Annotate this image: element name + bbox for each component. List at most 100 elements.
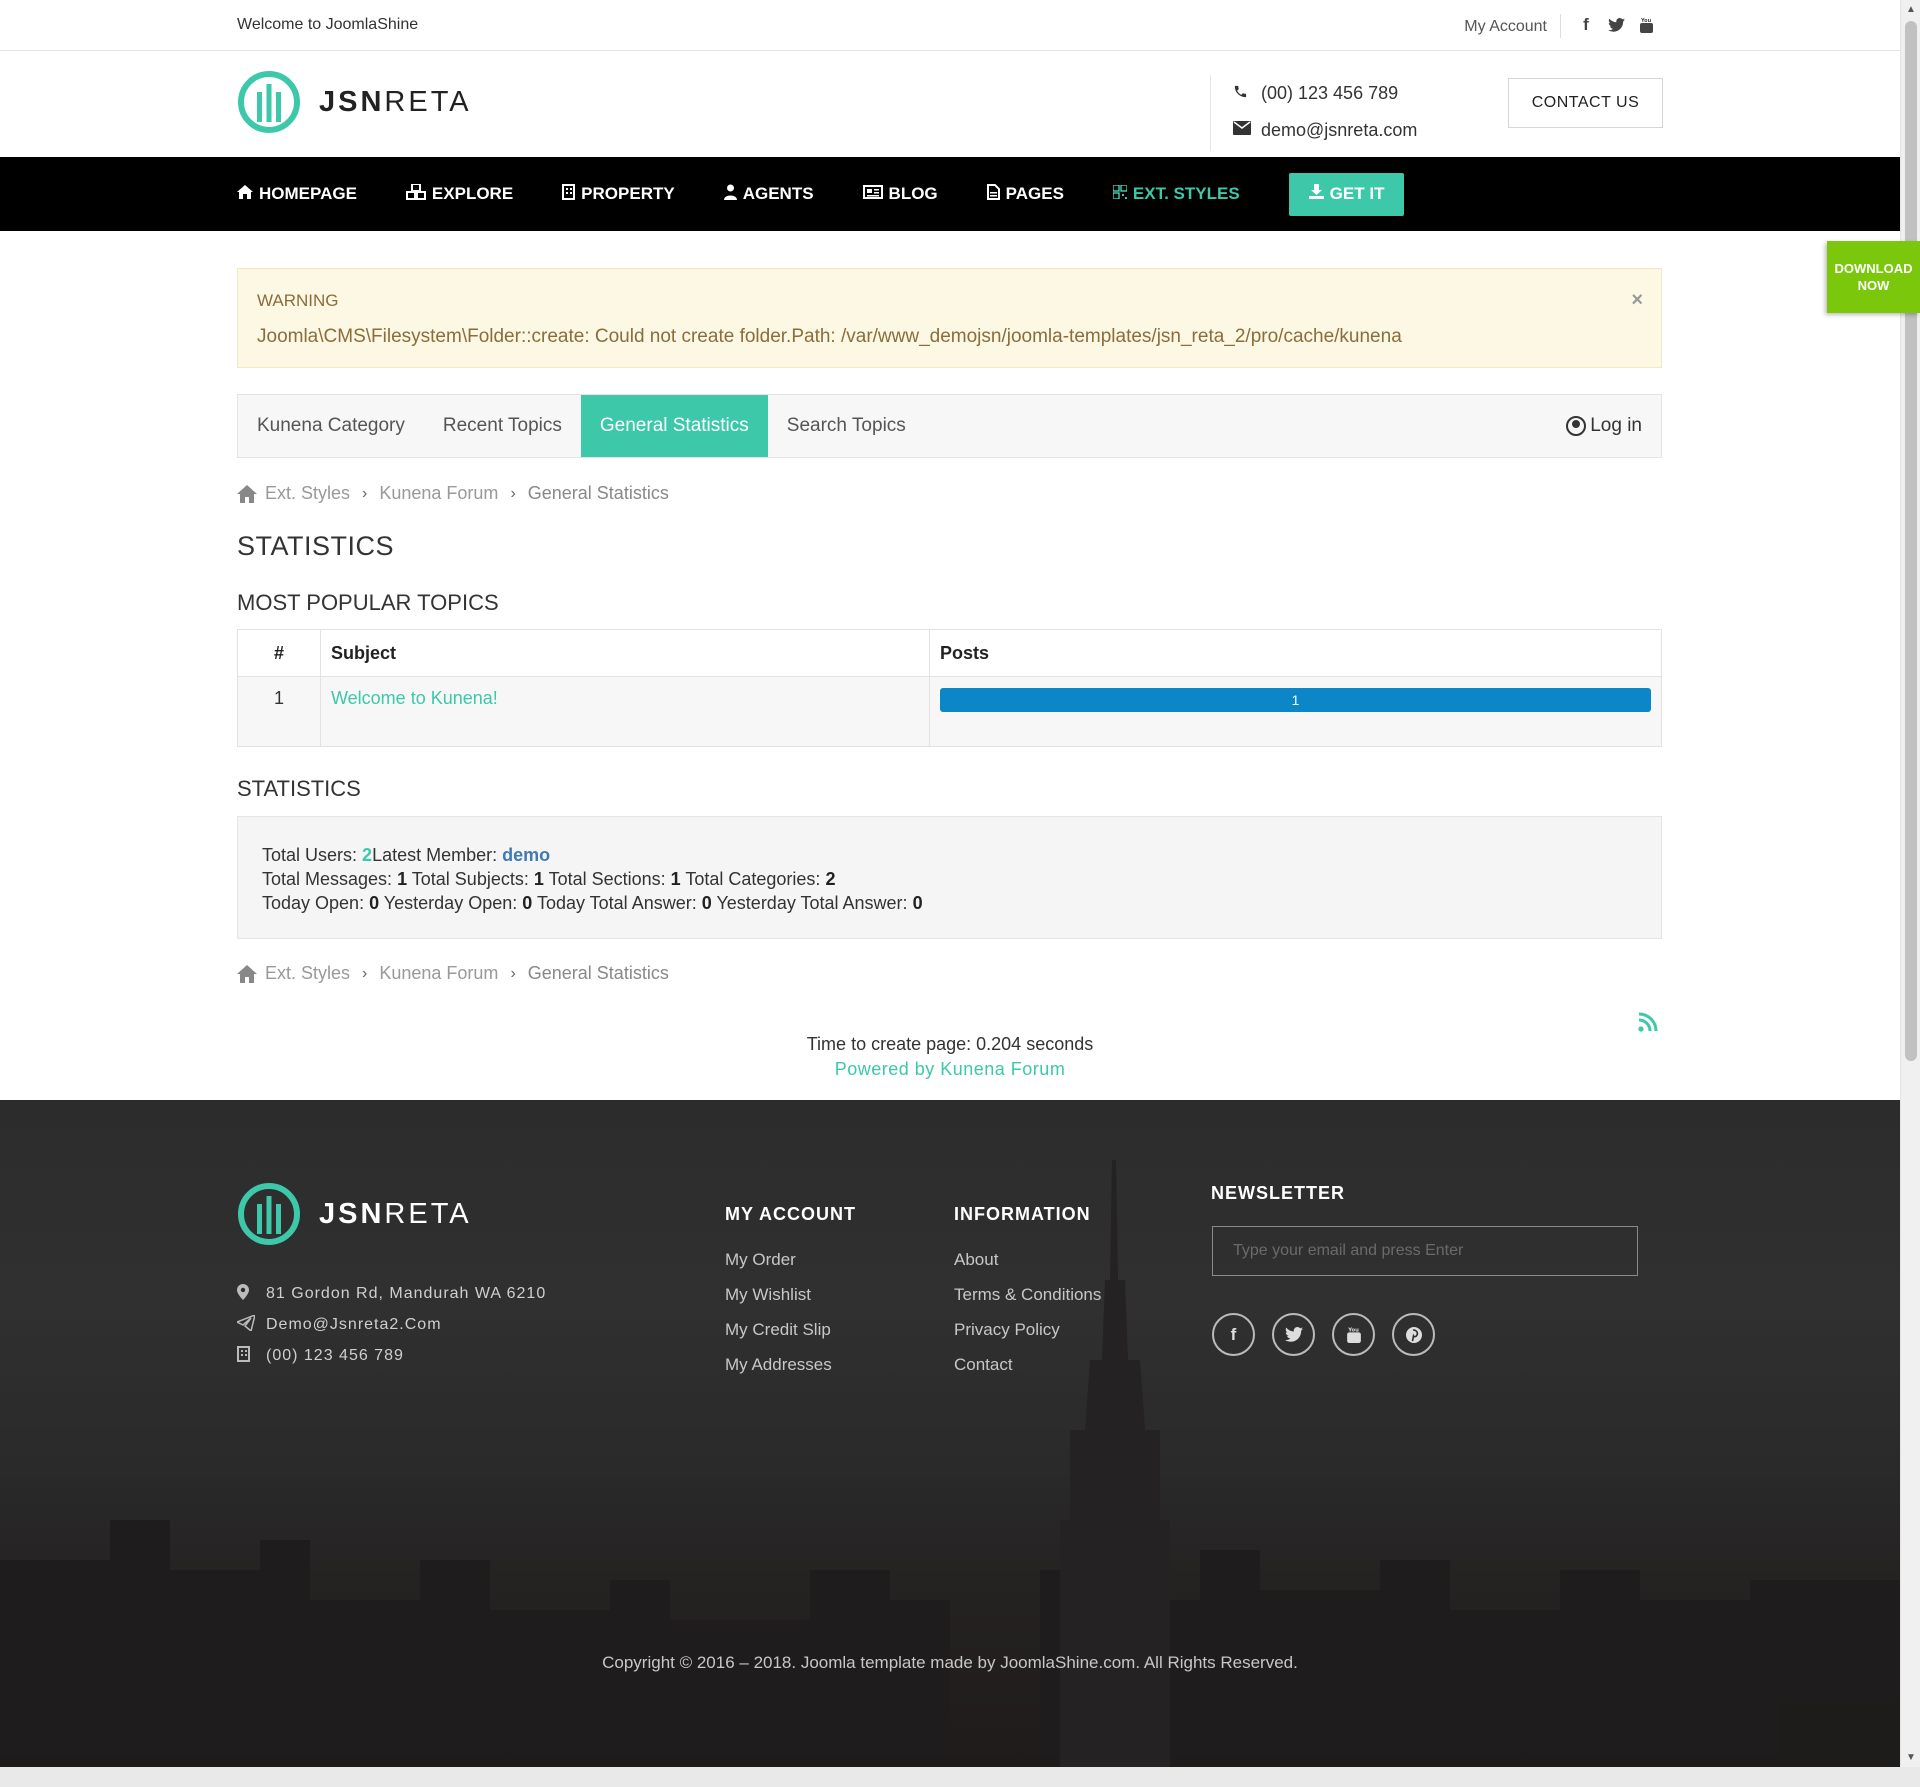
tab-kunena-category[interactable]: Kunena Category [238, 395, 424, 457]
envelope-icon [1233, 121, 1261, 140]
nav-item-homepage[interactable]: HOMEPAGE [237, 184, 357, 204]
footer-link-my-wishlist[interactable]: My Wishlist [725, 1285, 856, 1320]
nav-item-explore[interactable]: EXPLORE [405, 183, 513, 204]
home-icon[interactable] [237, 964, 257, 983]
close-icon[interactable]: × [1631, 289, 1643, 312]
logo-mark-icon [238, 71, 300, 133]
statistics-box: Total Users: 2Latest Member: demo Total … [237, 816, 1662, 939]
contact-us-button[interactable]: CONTACT US [1508, 78, 1663, 128]
warning-message: Joomla\CMS\Filesystem\Folder::create: Co… [257, 326, 1402, 347]
page-title: STATISTICS [237, 531, 395, 561]
breadcrumb-item-ext-styles[interactable]: Ext. Styles [265, 483, 350, 504]
topic-link[interactable]: Welcome to Kunena! [331, 688, 498, 708]
nav-item-property[interactable]: PROPERTY [562, 184, 675, 204]
tab-search-topics[interactable]: Search Topics [768, 395, 925, 457]
footer-link-my-addresses[interactable]: My Addresses [725, 1355, 856, 1390]
posts-bar: 1 [940, 688, 1651, 712]
footer-link-terms[interactable]: Terms & Conditions [954, 1285, 1101, 1320]
youtube-icon[interactable]: You [1637, 14, 1655, 36]
cubes-icon [405, 183, 426, 204]
footer-link-my-credit-slip[interactable]: My Credit Slip [725, 1320, 856, 1355]
get-it-button[interactable]: GET IT [1288, 172, 1405, 216]
stats-line-activity: Today Open: 0 Yesterday Open: 0 Today To… [262, 893, 923, 913]
facebook-icon[interactable]: f [1577, 14, 1595, 36]
pinterest-icon[interactable] [1392, 1313, 1435, 1356]
scrollbar-thumb[interactable] [1905, 21, 1917, 1061]
divider [1560, 14, 1561, 38]
nav-item-ext-styles[interactable]: EXT. STYLES [1112, 184, 1240, 204]
chevron-right-icon: › [362, 964, 368, 982]
footer-link-about[interactable]: About [954, 1250, 1101, 1285]
powered-by-link[interactable]: Powered by Kunena Forum [0, 1059, 1900, 1080]
footer-link-privacy[interactable]: Privacy Policy [954, 1320, 1101, 1355]
nav-item-agents[interactable]: AGENTS [723, 184, 814, 204]
user-circle-icon [1566, 416, 1587, 436]
nav-item-pages[interactable]: PAGES [986, 184, 1064, 204]
column-header-number: # [237, 629, 321, 677]
warning-heading: WARNING [257, 291, 339, 310]
page-time: Time to create page: 0.204 seconds [806, 1034, 1094, 1054]
footer-contact: 81 Gordon Rd, Mandurah WA 6210 Demo@Jsnr… [235, 1278, 547, 1371]
page: Welcome to JoomlaShine My Account f You … [0, 0, 1900, 1767]
newsletter-email-input[interactable] [1212, 1226, 1638, 1276]
footer-logo[interactable]: JSNRETA [237, 1182, 472, 1246]
footer-information: INFORMATION About Terms & Conditions Pri… [954, 1204, 1101, 1390]
home-icon[interactable] [237, 484, 257, 503]
tab-recent-topics[interactable]: Recent Topics [424, 395, 581, 457]
logo-mark-icon [238, 1183, 300, 1245]
download-icon [1308, 184, 1324, 204]
breadcrumb-item-current: General Statistics [527, 483, 669, 503]
latest-member-link[interactable]: demo [502, 845, 550, 865]
footer-social-links: f You [1212, 1313, 1437, 1356]
section-title-popular: MOST POPULAR TOPICS [237, 590, 499, 615]
facebook-icon[interactable]: f [1212, 1313, 1255, 1356]
building-icon [562, 184, 576, 204]
home-icon [237, 185, 253, 203]
youtube-icon[interactable]: You [1332, 1313, 1375, 1356]
bottom-strip [0, 1767, 1920, 1787]
newsletter: NEWSLETTER [1211, 1183, 1638, 1276]
qrcode-icon [1112, 184, 1128, 203]
login-link[interactable]: Log in [1566, 395, 1661, 457]
my-account-link[interactable]: My Account [1464, 18, 1547, 36]
download-now-tab[interactable]: DOWNLOAD NOW [1827, 241, 1920, 313]
building-icon [237, 1345, 266, 1366]
breadcrumb-item-ext-styles[interactable]: Ext. Styles [265, 963, 350, 984]
nav-item-blog[interactable]: BLOG [862, 184, 938, 204]
chevron-right-icon: › [510, 964, 516, 982]
table-row: 1 Welcome to Kunena! 1 [237, 676, 1662, 747]
twitter-icon[interactable] [1272, 1313, 1315, 1356]
footer-link-my-order[interactable]: My Order [725, 1250, 856, 1285]
chevron-right-icon: › [510, 484, 516, 502]
main-nav: HOMEPAGE EXPLORE PROPERTY AGENTS BLOG PA… [0, 157, 1900, 231]
newspaper-icon [862, 185, 883, 203]
phone-icon [1233, 84, 1261, 104]
row-number: 1 [237, 676, 321, 747]
header-contact: (00) 123 456 789 demo@jsnreta.com [1210, 75, 1417, 151]
breadcrumb-bottom: Ext. Styles › Kunena Forum › General Sta… [237, 963, 669, 984]
user-icon [723, 184, 737, 204]
header-email[interactable]: demo@jsnreta.com [1261, 120, 1417, 141]
site-logo[interactable]: JSNRETA [237, 70, 472, 134]
logo-text: JSNRETA [319, 85, 472, 118]
footer-heading-my-account: MY ACCOUNT [725, 1204, 856, 1224]
stats-line-messages: Total Messages: 1 Total Subjects: 1 Tota… [262, 869, 836, 889]
footer-email[interactable]: Demo@Jsnreta2.Com [266, 1316, 442, 1334]
breadcrumb-item-current: General Statistics [527, 963, 669, 983]
total-users-value: 2 [362, 845, 373, 865]
breadcrumb-item-kunena-forum[interactable]: Kunena Forum [379, 483, 498, 504]
stats-line-users: Total Users: 2Latest Member: demo [262, 845, 551, 865]
breadcrumb-item-kunena-forum[interactable]: Kunena Forum [379, 963, 498, 984]
scroll-down-icon[interactable]: ▼ [1906, 1752, 1916, 1763]
rss-icon[interactable] [1638, 1012, 1658, 1032]
footer-link-contact[interactable]: Contact [954, 1355, 1101, 1390]
scroll-up-icon[interactable]: ▲ [1906, 4, 1916, 15]
copyright: Copyright © 2016 – 2018. Joomla template… [602, 1653, 1298, 1672]
map-marker-icon [237, 1283, 266, 1304]
footer-address: 81 Gordon Rd, Mandurah WA 6210 [266, 1284, 547, 1302]
tab-general-statistics[interactable]: General Statistics [580, 395, 768, 457]
forum-tabs: Kunena Category Recent Topics General St… [237, 394, 1662, 458]
logo-text: JSNRETA [319, 1197, 472, 1230]
column-header-posts: Posts [929, 629, 1662, 677]
twitter-icon[interactable] [1607, 14, 1625, 36]
